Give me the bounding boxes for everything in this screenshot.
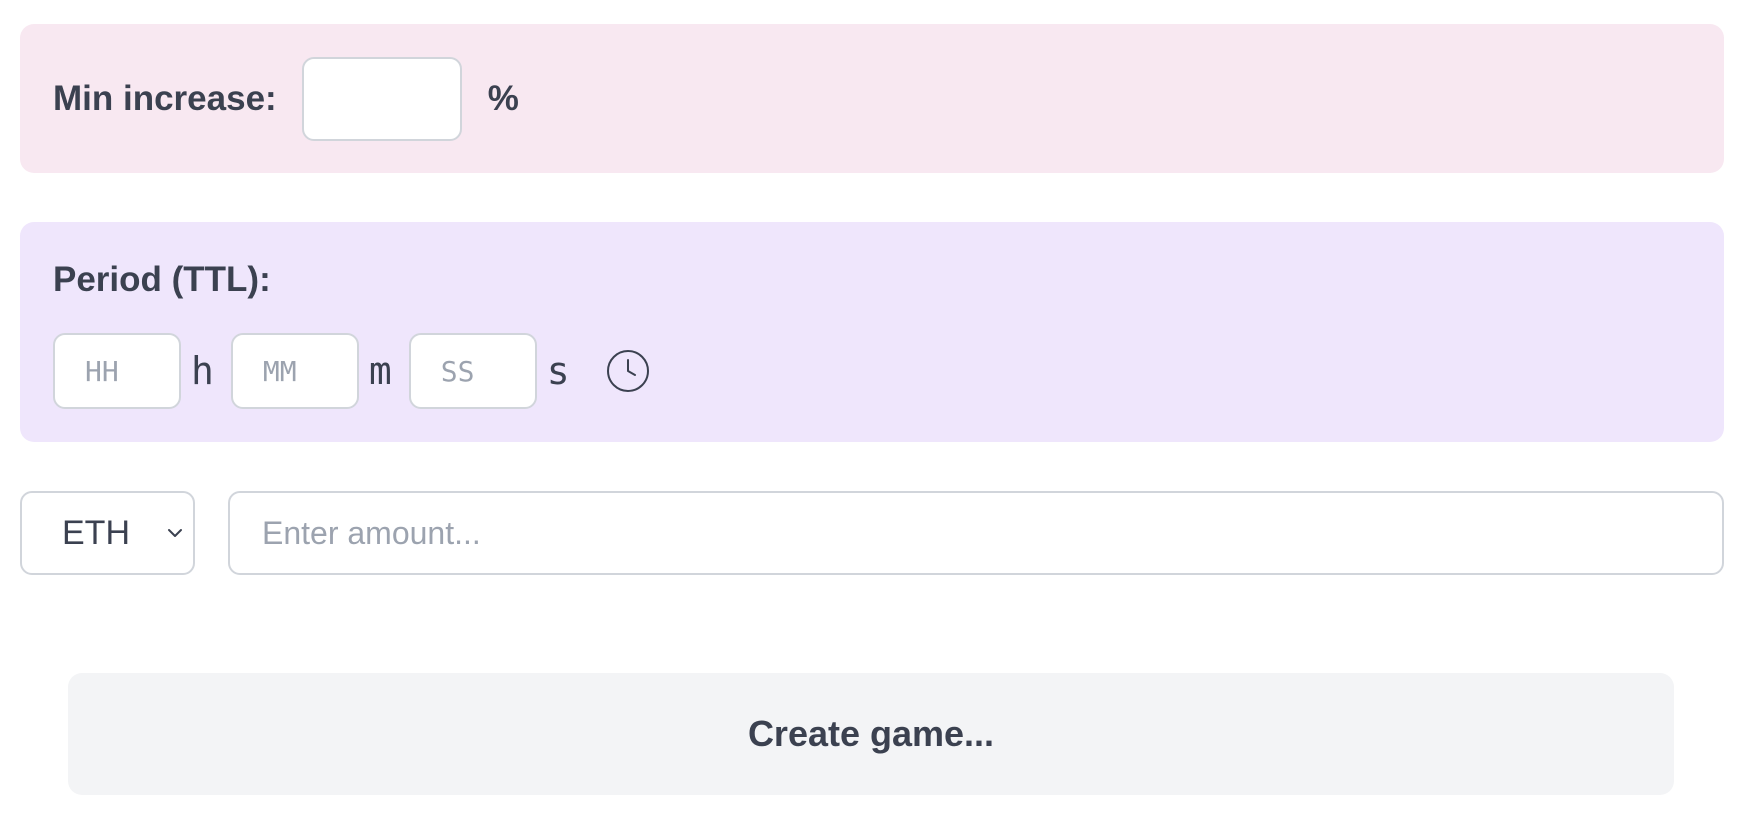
percent-unit: % (487, 78, 519, 118)
create-game-button[interactable]: Create game... (68, 673, 1674, 795)
period-inputs: h m s (53, 333, 650, 409)
hours-unit: h (191, 349, 214, 393)
currency-select[interactable]: ETH (20, 491, 195, 575)
chevron-down-icon (165, 523, 185, 543)
seconds-unit: s (546, 349, 570, 393)
period-panel: Period (TTL): h m s (20, 222, 1724, 442)
min-increase-input[interactable] (301, 56, 462, 141)
create-game-form: Min increase: % Period (TTL): h m s ETH (0, 0, 1742, 832)
amount-input[interactable] (228, 491, 1724, 575)
period-label: Period (TTL): (53, 260, 271, 299)
currency-selected-value: ETH (62, 513, 130, 552)
min-increase-label: Min increase: (53, 78, 277, 118)
seconds-input[interactable] (408, 333, 537, 409)
min-increase-panel: Min increase: % (20, 24, 1724, 173)
minutes-unit: m (368, 349, 392, 393)
clock-icon[interactable] (606, 349, 650, 393)
hours-input[interactable] (53, 333, 181, 409)
minutes-input[interactable] (230, 333, 359, 409)
